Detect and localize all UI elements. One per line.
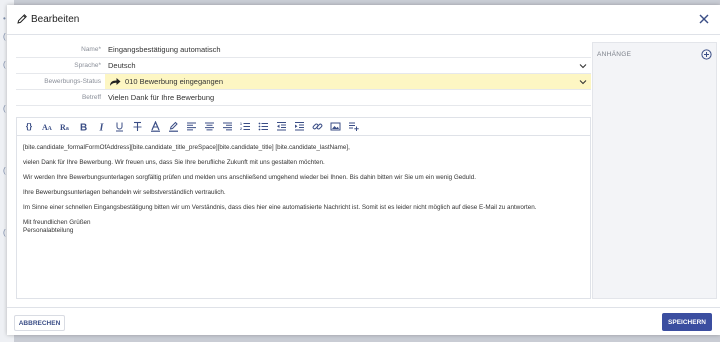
unordered-list-icon[interactable] <box>254 119 272 135</box>
template-form: Name* Eingangsbestätigung automatisch Sp… <box>16 42 591 106</box>
language-select[interactable]: Deutsch <box>105 58 591 73</box>
editor-line: Mit freundlichen Grüßen <box>23 219 91 226</box>
font-family-icon[interactable]: Ra <box>56 119 74 135</box>
subject-field[interactable]: Vielen Dank für Ihre Bewerbung <box>105 90 591 105</box>
status-label: Bewerbungs-Status <box>44 78 101 85</box>
dialog-header: Bearbeiten <box>7 5 720 35</box>
status-value: 010 Bewerbung eingegangen <box>125 77 224 86</box>
editor-content[interactable]: [bite.candidate_formalFormOfAddress][bit… <box>17 136 590 243</box>
dialog-title: Bearbeiten <box>31 14 80 25</box>
chevron-down-icon <box>579 80 587 85</box>
chevron-down-icon <box>579 64 587 69</box>
strikethrough-icon[interactable] <box>128 119 146 135</box>
status-select[interactable]: 010 Bewerbung eingegangen <box>105 74 591 89</box>
outdent-icon[interactable] <box>272 119 290 135</box>
save-button[interactable]: SPEICHERN <box>662 313 712 331</box>
svg-text:1: 1 <box>240 122 242 126</box>
name-label: Name* <box>81 46 101 53</box>
italic-icon[interactable]: I <box>92 119 110 135</box>
dialog-footer: ABBRECHEN SPEICHERN <box>7 307 720 335</box>
editor-line: Personalabteilung <box>23 227 74 234</box>
bg-mark: • <box>3 14 6 23</box>
add-attachment-icon[interactable] <box>701 49 712 60</box>
pencil-icon <box>17 14 27 24</box>
editor-toolbar: {} AA Ra B I 12 <box>17 118 590 136</box>
language-row: Sprache* Deutsch <box>16 58 591 74</box>
name-row: Name* Eingangsbestätigung automatisch <box>16 42 591 58</box>
align-right-icon[interactable] <box>218 119 236 135</box>
highlight-icon[interactable] <box>164 119 182 135</box>
editor-paragraph: Wir werden Ihre Bewerbungsunterlagen sor… <box>23 174 476 181</box>
svg-text:a: a <box>66 126 69 132</box>
editor-paragraph: Im Sinne einer schnellen Eingangsbestäti… <box>23 204 537 211</box>
attachments-label: ANHÄNGE <box>597 51 632 58</box>
edit-dialog: Bearbeiten Name* Eingangsbestätigung aut… <box>7 5 720 335</box>
align-center-icon[interactable] <box>200 119 218 135</box>
subject-row: Betreff Vielen Dank für Ihre Bewerbung <box>16 90 591 106</box>
insert-icon[interactable] <box>344 119 362 135</box>
name-field[interactable]: Eingangsbestätigung automatisch <box>105 42 591 57</box>
braces-icon[interactable]: {} <box>20 119 38 135</box>
ordered-list-icon[interactable]: 12 <box>236 119 254 135</box>
editor-paragraph: [bite.candidate_formalFormOfAddress][bit… <box>23 144 350 151</box>
underline-icon[interactable] <box>110 119 128 135</box>
svg-text:B: B <box>80 123 87 133</box>
rich-text-editor: {} AA Ra B I 12 [bite.candidate_formalFo… <box>16 117 591 299</box>
link-icon[interactable] <box>308 119 326 135</box>
forward-arrow-icon <box>110 77 121 86</box>
attachments-panel: ANHÄNGE <box>592 42 717 299</box>
align-left-icon[interactable] <box>182 119 200 135</box>
bold-icon[interactable]: B <box>74 119 92 135</box>
bg-mark: ( <box>3 166 6 175</box>
bg-mark: ( <box>3 32 6 41</box>
language-value: Deutsch <box>108 61 136 70</box>
svg-text:2: 2 <box>240 127 242 131</box>
status-row: Bewerbungs-Status 010 Bewerbung eingegan… <box>16 74 591 90</box>
language-label: Sprache* <box>74 62 101 69</box>
subject-label: Betreff <box>81 94 101 101</box>
image-icon[interactable] <box>326 119 344 135</box>
svg-text:A: A <box>47 126 52 132</box>
editor-signature: Mit freundlichen Grüßen Personalabteilun… <box>23 219 584 235</box>
editor-paragraph: Ihre Bewerbungsunterlagen behandeln wir … <box>23 189 226 196</box>
text-color-icon[interactable] <box>146 119 164 135</box>
font-size-icon[interactable]: AA <box>38 119 56 135</box>
close-icon[interactable] <box>697 12 711 26</box>
indent-icon[interactable] <box>290 119 308 135</box>
bg-mark: ( <box>3 104 6 113</box>
svg-text:I: I <box>98 123 104 133</box>
bg-mark: ( <box>3 228 6 237</box>
bg-mark: ( <box>3 60 6 69</box>
editor-paragraph: vielen Dank für Ihre Bewerbung. Wir freu… <box>23 159 325 166</box>
cancel-button[interactable]: ABBRECHEN <box>14 315 65 331</box>
